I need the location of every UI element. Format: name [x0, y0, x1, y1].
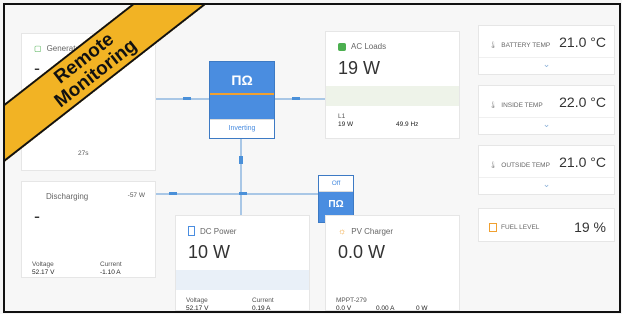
dc-voltage-label: Voltage [186, 297, 208, 304]
outside-temp-divider [479, 177, 614, 178]
pv-charger-title: ☼ PV Charger [338, 226, 393, 236]
dc-power-bar [176, 270, 309, 290]
line-node-4 [169, 192, 177, 195]
battery-voltage-value: 52.17 V [32, 269, 55, 276]
pv-current: 0.00 A [376, 305, 395, 312]
battery-voltage-label: Voltage [32, 261, 54, 268]
inside-temp-divider [479, 117, 614, 118]
pv-charger-label: PV Charger [351, 226, 394, 236]
app-frame: ▢ Generator - 27s Discharging -57 W - Vo… [3, 3, 621, 313]
chevron-down-icon[interactable]: ⌄ [543, 59, 551, 70]
battery-power: -57 W [127, 192, 145, 199]
dc-power-title: DC Power [188, 226, 236, 236]
fuel-level-card[interactable]: FUEL LEVEL 19 % [478, 208, 615, 242]
fuel-level-label: FUEL LEVEL [489, 223, 539, 232]
dc-voltage-value: 52.17 V [186, 305, 209, 312]
outside-temp-card[interactable]: 🌡︎ OUTSIDE TEMP 21.0 °C ⌄ [478, 145, 615, 195]
thermometer-icon: 🌡︎ [489, 102, 498, 109]
ac-loads-title: AC Loads [338, 42, 386, 51]
inverter-accent-bar [210, 93, 274, 95]
ac-loads-bar [326, 86, 459, 106]
battery-temp-value: 21.0 °C [559, 34, 606, 50]
dc-line-down [240, 195, 242, 215]
victron-logo-icon: ΠΩ [231, 72, 253, 88]
ac-loads-value: 19 W [338, 58, 381, 78]
battery-temp-divider [479, 57, 614, 58]
battery-current-label: Current [100, 261, 122, 268]
pv-voltage: 0.0 V [336, 305, 352, 312]
outside-temp-text: OUTSIDE TEMP [501, 161, 550, 169]
charger-logo-icon: ΠΩ [328, 199, 344, 210]
dc-current-label: Current [252, 297, 274, 304]
pv-power: 0 W [416, 305, 428, 312]
inside-temp-card[interactable]: 🌡︎ INSIDE TEMP 22.0 °C ⌄ [478, 85, 615, 135]
inside-temp-value: 22.0 °C [559, 94, 606, 110]
battery-temp-label: 🌡︎ BATTERY TEMP [489, 41, 551, 50]
pv-charger-card[interactable]: ☼ PV Charger 0.0 W MPPT-279 0.0 V 0.00 A… [325, 215, 460, 311]
fuel-level-value: 19 % [574, 219, 606, 235]
line-node-3 [239, 156, 243, 164]
ac-loads-label: AC Loads [351, 42, 387, 51]
outside-temp-label: 🌡︎ OUTSIDE TEMP [489, 161, 550, 170]
battery-card[interactable]: Discharging -57 W - Voltage 52.17 V Curr… [21, 181, 156, 278]
dc-line-vertical [240, 139, 242, 195]
inside-temp-label: 🌡︎ INSIDE TEMP [489, 101, 543, 110]
dc-power-label: DC Power [200, 226, 237, 236]
inverter-mode: Inverting [210, 119, 274, 138]
thermometer-icon: 🌡︎ [489, 162, 498, 169]
line-node-2 [292, 97, 300, 100]
battery-temp-card[interactable]: 🌡︎ BATTERY TEMP 21.0 °C ⌄ [478, 25, 615, 75]
ac-loads-phase-freq: 49.9 Hz [396, 121, 419, 128]
outside-temp-value: 21.0 °C [559, 154, 606, 170]
charger-state: Off [319, 176, 353, 192]
ac-loads-phase-power: 19 W [338, 121, 354, 128]
generator-icon: ▢ [34, 44, 42, 53]
generator-runtime: 27s [78, 150, 89, 157]
thermometer-icon: 🌡︎ [489, 42, 498, 49]
battery-current-value: -1.10 A [100, 269, 121, 276]
battery-temp-text: BATTERY TEMP [501, 41, 551, 49]
chevron-down-icon[interactable]: ⌄ [543, 179, 551, 190]
dc-power-card[interactable]: DC Power 10 W Voltage 52.17 V Current 0.… [175, 215, 310, 311]
battery-title: Discharging [46, 192, 88, 201]
inside-temp-text: INSIDE TEMP [501, 101, 543, 109]
dc-power-icon [188, 226, 195, 236]
pv-device-name: MPPT-279 [336, 297, 367, 304]
sun-icon: ☼ [338, 226, 347, 236]
line-node-1 [183, 97, 191, 100]
ac-loads-phase: L1 [338, 113, 346, 120]
fuel-icon [489, 223, 497, 232]
battery-value: - [34, 206, 40, 226]
inverter-box[interactable]: ΠΩ Inverting [209, 61, 275, 139]
pv-charger-value: 0.0 W [338, 242, 386, 262]
dc-power-value: 10 W [188, 242, 231, 262]
dc-line-bottom [155, 193, 320, 195]
ac-loads-icon [338, 42, 346, 51]
chevron-down-icon[interactable]: ⌄ [543, 119, 551, 130]
battery-state: Discharging [46, 192, 89, 201]
ac-loads-card[interactable]: AC Loads 19 W L1 19 W 49.9 Hz [325, 31, 460, 139]
dc-current-value: 0.19 A [252, 305, 271, 312]
fuel-level-text: FUEL LEVEL [501, 224, 540, 231]
